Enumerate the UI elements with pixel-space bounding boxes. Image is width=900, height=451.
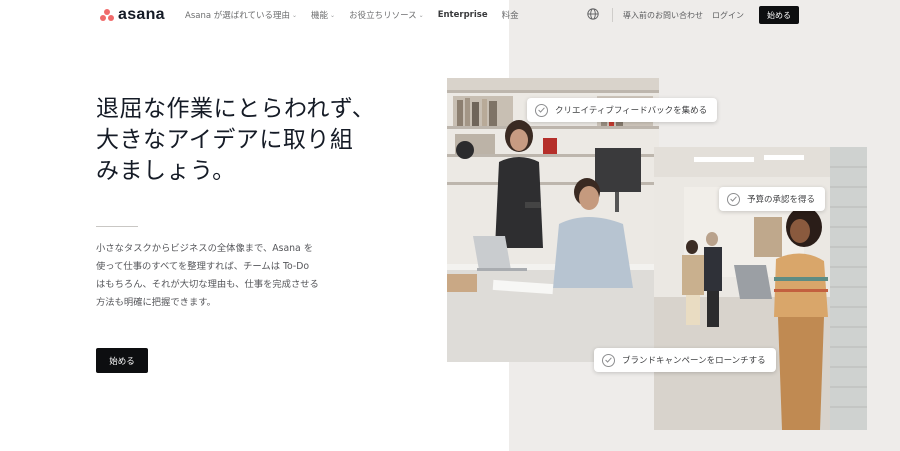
contact-sales-link[interactable]: 導入前のお問い合わせ	[623, 10, 703, 21]
nav-item-enterprise[interactable]: Enterprise	[438, 9, 488, 21]
chip-label: 予算の承認を得る	[747, 195, 816, 205]
chip-label: クリエイティブフィードバックを集める	[555, 106, 708, 116]
asana-logo[interactable]: asana	[100, 6, 165, 23]
nav-item-why-asana[interactable]: Asana が選ばれている理由 ⌄	[185, 9, 297, 21]
chevron-down-icon: ⌄	[292, 11, 298, 19]
logo-text: asana	[118, 6, 165, 23]
nav-item-resources[interactable]: お役立ちリソース ⌄	[349, 9, 424, 21]
globe-icon[interactable]	[587, 8, 599, 20]
nav-label: Asana が選ばれている理由	[185, 11, 290, 21]
nav-label: 料金	[501, 11, 519, 21]
login-link[interactable]: ログイン	[712, 10, 744, 21]
chip-label: ブランドキャンペーンをローンチする	[622, 356, 766, 366]
asana-logo-icon	[100, 9, 114, 21]
header-divider	[612, 8, 613, 22]
get-started-button[interactable]: 始める	[96, 348, 148, 373]
chevron-down-icon: ⌄	[330, 11, 336, 19]
nav-item-pricing[interactable]: 料金	[502, 9, 519, 21]
main-nav: Asana が選ばれている理由 ⌄ 機能 ⌄ お役立ちリソース ⌄ Enterp…	[185, 9, 519, 21]
nav-label: Enterprise	[437, 10, 488, 20]
check-circle-icon	[727, 192, 740, 206]
hero-description: 小さなタスクからビジネスの全体像まで、Asana を使って仕事のすべてを整理すれ…	[96, 243, 319, 308]
site-header: asana Asana が選ばれている理由 ⌄ 機能 ⌄ お役立ちリソース ⌄ …	[0, 0, 900, 30]
feature-chip-brand-campaign: ブランドキャンペーンをローンチする	[594, 348, 776, 372]
check-circle-icon	[535, 103, 548, 117]
chevron-down-icon: ⌄	[418, 11, 424, 19]
hero-title: 退屈な作業にとらわれず、大きなアイデアに取り組みましょう。	[96, 96, 376, 184]
nav-label: 機能	[311, 11, 329, 21]
check-circle-icon	[602, 353, 615, 367]
feature-chip-creative-feedback: クリエイティブフィードバックを集める	[527, 98, 718, 122]
nav-item-features[interactable]: 機能 ⌄	[311, 9, 335, 21]
hero-divider	[96, 226, 138, 227]
get-started-button-header[interactable]: 始める	[759, 6, 799, 24]
nav-label: お役立ちリソース	[349, 11, 417, 21]
feature-chip-budget-approval: 予算の承認を得る	[719, 187, 826, 211]
